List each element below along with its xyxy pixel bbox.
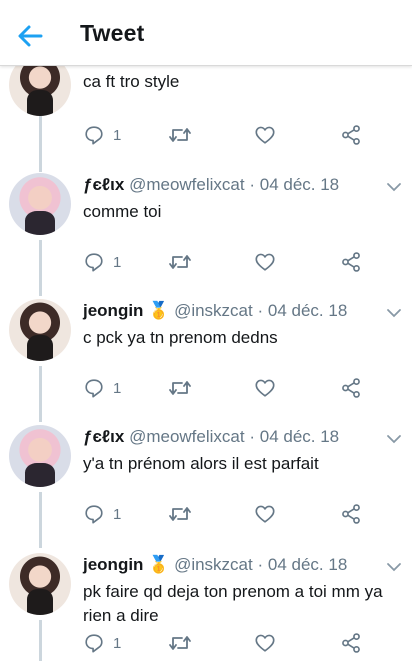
retweet-icon bbox=[169, 128, 191, 142]
heart-icon bbox=[255, 505, 275, 523]
tweet-header: ƒєℓιх @meowfelixcat · 04 déc. 18 bbox=[83, 427, 339, 447]
tweet-text: ca ft tro style bbox=[83, 72, 180, 91]
retweet-button[interactable] bbox=[168, 124, 192, 146]
retweet-button[interactable] bbox=[168, 503, 192, 525]
reply-button[interactable]: 1 bbox=[83, 632, 121, 654]
heart-icon bbox=[255, 126, 275, 144]
like-button[interactable] bbox=[254, 377, 276, 399]
chevron-down-icon[interactable] bbox=[386, 181, 402, 193]
reply-count: 1 bbox=[113, 379, 122, 397]
tweet-text: y'a tn prénom alors il est parfait bbox=[83, 454, 319, 473]
retweet-button[interactable] bbox=[168, 251, 192, 273]
reply-button[interactable]: 1 bbox=[83, 377, 121, 399]
display-name[interactable]: jeongin 🥇 bbox=[83, 301, 169, 320]
separator: · bbox=[257, 301, 264, 320]
avatar[interactable] bbox=[9, 299, 71, 361]
tweet-text: comme toi bbox=[83, 202, 162, 221]
display-name[interactable]: ƒєℓιх bbox=[83, 427, 124, 446]
like-button[interactable] bbox=[254, 632, 276, 654]
username[interactable]: @inskzcat bbox=[174, 301, 253, 320]
heart-icon bbox=[255, 634, 275, 652]
separator: · bbox=[249, 427, 255, 446]
back-button[interactable] bbox=[14, 20, 46, 52]
share-icon bbox=[342, 125, 360, 145]
reply-icon bbox=[85, 379, 103, 398]
timestamp[interactable]: 04 déc. 18 bbox=[260, 427, 339, 446]
reply-icon bbox=[85, 253, 103, 272]
reply-count: 1 bbox=[113, 126, 122, 144]
tweet-actions: 1 bbox=[0, 251, 412, 275]
avatar[interactable] bbox=[9, 425, 71, 487]
tweet-actions: 1 bbox=[0, 124, 412, 148]
arrow-left-icon bbox=[18, 25, 43, 47]
top-app-bar: Tweet bbox=[0, 0, 412, 66]
tweet[interactable]: ca ft tro style 1 bbox=[0, 66, 412, 174]
tweet-actions: 1 bbox=[0, 503, 412, 527]
like-button[interactable] bbox=[254, 251, 276, 273]
tweet-header: jeongin 🥇 @inskzcat · 04 déc. 18 bbox=[83, 301, 347, 321]
display-name[interactable]: jeongin 🥇 bbox=[83, 555, 169, 574]
share-icon bbox=[342, 633, 360, 653]
share-icon bbox=[342, 504, 360, 524]
heart-icon bbox=[255, 379, 275, 397]
reply-count: 1 bbox=[113, 253, 122, 271]
tweet-header: jeongin 🥇 @inskzcat · 04 déc. 18 bbox=[83, 555, 347, 575]
reply-button[interactable]: 1 bbox=[83, 503, 121, 525]
retweet-icon bbox=[169, 381, 191, 395]
reply-icon bbox=[85, 634, 103, 653]
retweet-icon bbox=[169, 636, 191, 650]
like-button[interactable] bbox=[254, 124, 276, 146]
timestamp[interactable]: 04 déc. 18 bbox=[260, 175, 339, 194]
share-button[interactable] bbox=[340, 124, 362, 146]
avatar[interactable] bbox=[9, 66, 71, 116]
reply-button[interactable]: 1 bbox=[83, 124, 121, 146]
tweet-actions: 1 bbox=[0, 632, 412, 656]
tweet[interactable]: ƒєℓιх @meowfelixcat · 04 déc. 18 y'a tn … bbox=[0, 425, 412, 547]
reply-icon bbox=[85, 126, 103, 145]
separator: · bbox=[257, 555, 264, 574]
share-icon bbox=[342, 252, 360, 272]
share-button[interactable] bbox=[340, 377, 362, 399]
tweet-text: c pck ya tn prenom dedns bbox=[83, 328, 278, 347]
tweet-text: pk faire qd deja ton prenom a toi mm ya … bbox=[83, 582, 383, 625]
tweet-header: ƒєℓιх @meowfelixcat · 04 déc. 18 bbox=[83, 175, 339, 195]
separator: · bbox=[249, 175, 255, 194]
retweet-icon bbox=[169, 507, 191, 521]
username[interactable]: @inskzcat bbox=[174, 555, 253, 574]
username[interactable]: @meowfelixcat bbox=[129, 175, 245, 194]
tweet-actions: 1 bbox=[0, 377, 412, 401]
display-name[interactable]: ƒєℓιх bbox=[83, 175, 124, 194]
timestamp[interactable]: 04 déc. 18 bbox=[268, 555, 347, 574]
tweet-thread: ca ft tro style 1 ƒєℓιх @meowfelixcat · … bbox=[0, 66, 412, 661]
share-button[interactable] bbox=[340, 632, 362, 654]
tweet[interactable]: ƒєℓιх @meowfelixcat · 04 déc. 18 comme t… bbox=[0, 173, 412, 295]
retweet-button[interactable] bbox=[168, 632, 192, 654]
retweet-button[interactable] bbox=[168, 377, 192, 399]
share-button[interactable] bbox=[340, 251, 362, 273]
reply-icon bbox=[85, 505, 103, 524]
avatar[interactable] bbox=[9, 553, 71, 615]
retweet-icon bbox=[169, 255, 191, 269]
heart-icon bbox=[255, 253, 275, 271]
like-button[interactable] bbox=[254, 503, 276, 525]
username[interactable]: @meowfelixcat bbox=[129, 427, 245, 446]
tweet[interactable]: jeongin 🥇 @inskzcat · 04 déc. 18 c pck y… bbox=[0, 299, 412, 421]
timestamp[interactable]: 04 déc. 18 bbox=[268, 301, 347, 320]
reply-count: 1 bbox=[113, 505, 122, 523]
page-title: Tweet bbox=[80, 20, 145, 46]
chevron-down-icon[interactable] bbox=[386, 561, 402, 573]
reply-button[interactable]: 1 bbox=[83, 251, 121, 273]
reply-count: 1 bbox=[113, 634, 122, 652]
chevron-down-icon[interactable] bbox=[386, 433, 402, 445]
share-icon bbox=[342, 378, 360, 398]
tweet[interactable]: jeongin 🥇 @inskzcat · 04 déc. 18 pk fair… bbox=[0, 553, 412, 661]
chevron-down-icon[interactable] bbox=[386, 307, 402, 319]
share-button[interactable] bbox=[340, 503, 362, 525]
avatar[interactable] bbox=[9, 173, 71, 235]
